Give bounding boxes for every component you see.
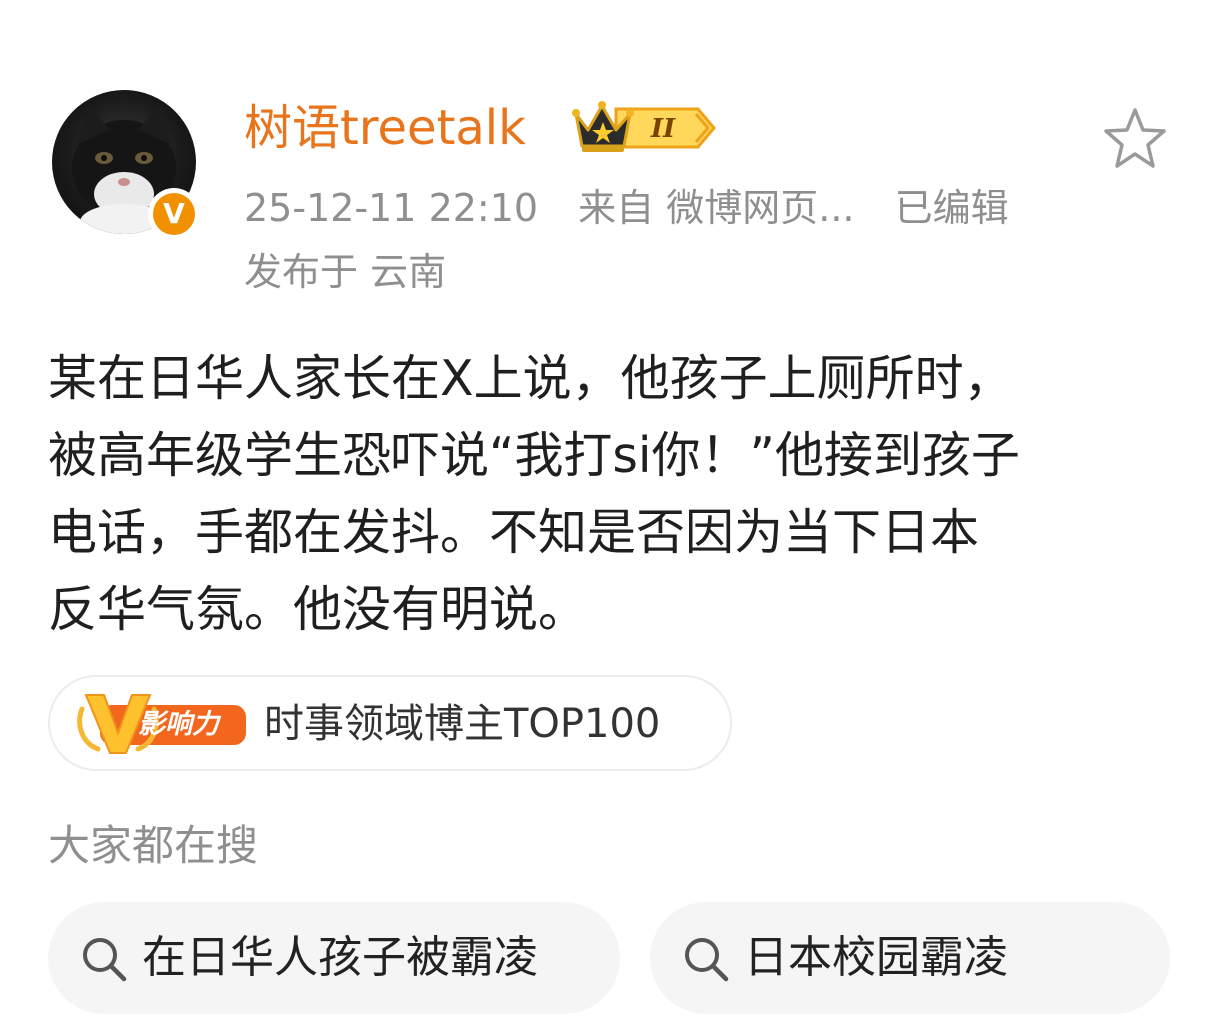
member-level-label: II bbox=[650, 114, 676, 144]
search-chip-label: 在日华人孩子被霸凌 bbox=[142, 932, 538, 983]
verified-mark: V bbox=[153, 193, 195, 235]
search-icon bbox=[685, 938, 729, 982]
star-icon[interactable] bbox=[1102, 106, 1168, 170]
post-content-line: 被高年级学生恐吓说“我打si你！”他接到孩子 bbox=[48, 427, 1020, 484]
post-content: 某在日华人家长在X上说，他孩子上厕所时， 被高年级学生恐吓说“我打si你！”他接… bbox=[48, 340, 1178, 648]
search-icon bbox=[83, 938, 127, 982]
search-chip[interactable]: 日本校园霸凌 bbox=[650, 902, 1170, 1014]
post-timestamp: 25-12-11 22:10 bbox=[244, 186, 539, 230]
post-source[interactable]: 来自 微博网页... bbox=[578, 186, 854, 230]
search-heading: 大家都在搜 bbox=[48, 821, 259, 870]
edited-label[interactable]: 已编辑 bbox=[895, 186, 1009, 230]
verified-badge: V bbox=[148, 188, 200, 240]
post-meta: 25-12-11 22:10 来自 微博网页... 已编辑 bbox=[244, 180, 1009, 236]
search-chip[interactable]: 在日华人孩子被霸凌 bbox=[48, 902, 620, 1014]
influence-text: 时事领域博主TOP100 bbox=[264, 701, 661, 747]
search-chip-label: 日本校园霸凌 bbox=[744, 932, 1008, 983]
post-location: 发布于 云南 bbox=[244, 250, 447, 294]
post-content-line: 反华气氛。他没有明说。 bbox=[48, 581, 588, 638]
author-name[interactable]: 树语treetalk bbox=[244, 96, 526, 160]
influence-tag[interactable]: V 影响力 时事领域博主TOP100 bbox=[48, 675, 732, 771]
post-content-line: 某在日华人家长在X上说，他孩子上厕所时， bbox=[48, 350, 1013, 407]
post-content-line: 电话，手都在发抖。不知是否因为当下日本 bbox=[48, 504, 980, 561]
